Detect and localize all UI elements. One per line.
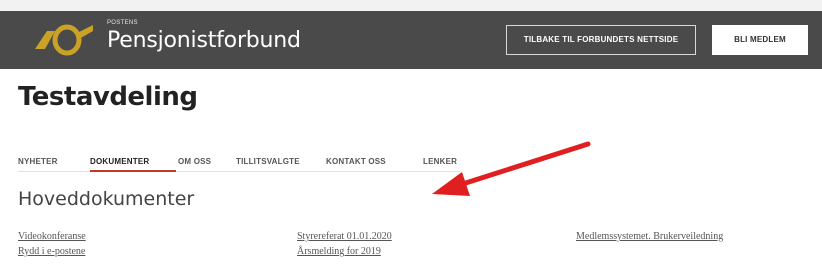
- section-tabs: NYHETER DOKUMENTER OM OSS TILLITSVALGTE …: [18, 151, 460, 172]
- tab-om-oss[interactable]: OM OSS: [178, 157, 211, 166]
- tab-nyheter[interactable]: NYHETER: [18, 157, 58, 166]
- document-link-arsmelding[interactable]: Årsmelding for 2019: [297, 246, 381, 257]
- document-link-videokonferanse[interactable]: Videokonferanse: [18, 231, 86, 242]
- tab-lenker[interactable]: LENKER: [423, 157, 457, 166]
- active-tab-indicator: [90, 170, 176, 172]
- document-link-styrereferat[interactable]: Styrereferat 01.01.2020: [297, 231, 392, 242]
- tab-dokumenter[interactable]: DOKUMENTER: [90, 157, 149, 166]
- brand-subtitle: POSTENS: [107, 20, 138, 26]
- become-member-button[interactable]: BLI MEDLEM: [712, 25, 808, 55]
- document-link-medlemssystemet[interactable]: Medlemssystemet. Brukerveiledning: [576, 231, 723, 242]
- site-header: POSTENS Pensjonistforbund TILBAKE TIL FO…: [0, 11, 822, 69]
- page-title: Testavdeling: [18, 82, 198, 112]
- tab-tillitsvalgte[interactable]: TILLITSVALGTE: [236, 157, 300, 166]
- tab-kontakt-oss[interactable]: KONTAKT OSS: [326, 157, 386, 166]
- brand-name[interactable]: Pensjonistforbund: [107, 28, 301, 53]
- back-to-main-site-button[interactable]: TILBAKE TIL FORBUNDETS NETTSIDE: [506, 25, 696, 55]
- posthorn-logo-icon[interactable]: [33, 19, 95, 61]
- section-title: Hoveddokumenter: [18, 188, 195, 210]
- document-link-rydd-i-e-postene[interactable]: Rydd i e-postene: [18, 246, 85, 257]
